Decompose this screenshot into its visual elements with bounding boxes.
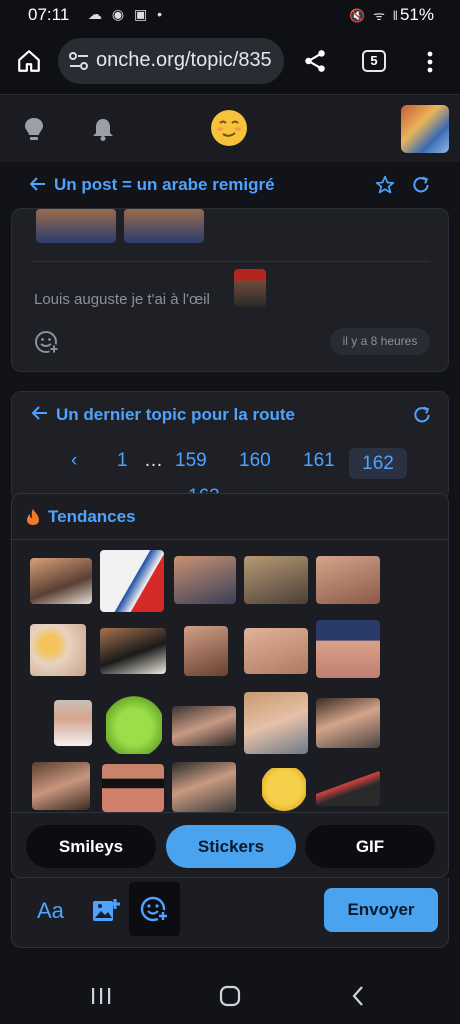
back-arrow-icon[interactable] <box>30 177 46 191</box>
more-menu-icon[interactable] <box>424 50 436 74</box>
composer-toolbar: Aa Envoyer <box>11 878 449 948</box>
sticker-item[interactable] <box>172 762 236 812</box>
home-nav-icon[interactable] <box>218 984 242 1008</box>
inline-sticker-image <box>234 269 266 307</box>
battery-level: 51% <box>399 5 434 24</box>
fire-icon <box>27 509 39 525</box>
sticker-item[interactable] <box>100 550 164 612</box>
message-timestamp: il y a 8 heures <box>330 328 430 355</box>
add-image-icon[interactable] <box>92 898 120 924</box>
pagination-prev[interactable]: ‹ <box>71 450 77 472</box>
sticker-item[interactable] <box>316 770 380 806</box>
tab-gif[interactable]: GIF <box>305 825 435 868</box>
message-card: Louis auguste je t'ai à l'œil il y a 8 h… <box>11 208 449 372</box>
sticker-icon <box>140 896 169 922</box>
add-reaction-icon[interactable] <box>34 329 60 355</box>
address-bar[interactable]: onche.org/topic/835 <box>58 38 284 84</box>
site-logo-smiley-icon[interactable] <box>211 110 247 146</box>
sticker-item[interactable] <box>30 624 86 676</box>
tab-switcher-button[interactable]: 5 <box>362 50 386 72</box>
bell-icon[interactable] <box>92 117 114 141</box>
sticker-item[interactable] <box>316 556 380 604</box>
recent-apps-icon[interactable] <box>90 986 112 1006</box>
message-text: Louis auguste je t'ai à l'œil <box>34 291 210 308</box>
tab-smileys[interactable]: Smileys <box>26 825 156 868</box>
topic-title[interactable]: Un dernier topic pour la route <box>56 405 295 425</box>
sticker-item[interactable] <box>172 706 236 746</box>
message-sticker-image <box>36 209 116 243</box>
refresh-icon[interactable] <box>412 405 432 425</box>
sticker-item[interactable] <box>174 556 236 604</box>
avatar[interactable] <box>401 105 449 153</box>
back-arrow-icon[interactable] <box>32 406 48 420</box>
pagination-page[interactable]: 161 <box>303 450 335 472</box>
topic-title[interactable]: Un post = un arabe remigré <box>54 175 275 195</box>
sticker-item[interactable] <box>106 694 162 754</box>
system-nav-bar <box>0 960 460 1024</box>
sticker-item[interactable] <box>102 764 164 812</box>
sticker-item[interactable] <box>30 558 92 604</box>
lightbulb-icon[interactable] <box>24 117 44 141</box>
picker-tabs: Smileys Stickers GIF <box>12 812 448 877</box>
send-button[interactable]: Envoyer <box>324 888 438 932</box>
back-nav-icon[interactable] <box>350 984 366 1008</box>
sticker-item[interactable] <box>316 698 380 748</box>
pagination-page[interactable]: 159 <box>175 450 207 472</box>
signal-icons: 🔇 ᯤ ‖ <box>349 8 400 23</box>
sticker-item[interactable] <box>100 628 166 674</box>
sticker-item[interactable] <box>244 628 308 674</box>
sticker-picker: Tendances Smileys Stickers GIF <box>11 493 449 878</box>
sticker-toggle-button[interactable] <box>129 882 180 936</box>
picker-section-title: Tendances <box>48 507 136 526</box>
pagination-page[interactable]: 1 <box>117 450 128 472</box>
browser-toolbar: onche.org/topic/835 5 <box>0 30 460 94</box>
sticker-item[interactable] <box>316 620 380 678</box>
message-sticker-image <box>124 209 204 243</box>
notification-icons: ☁ ◉ ▣ • <box>88 6 166 22</box>
site-settings-icon[interactable] <box>68 51 90 71</box>
status-bar: 07:11 ☁ ◉ ▣ • 🔇 ᯤ ‖ 51% <box>0 0 460 30</box>
refresh-icon[interactable] <box>411 175 431 195</box>
home-icon[interactable] <box>16 48 42 74</box>
pagination-current-page[interactable]: 162 <box>349 448 407 479</box>
pagination-page[interactable]: 160 <box>239 450 271 472</box>
sticker-item[interactable] <box>32 762 90 810</box>
sticker-item[interactable] <box>244 556 308 604</box>
pagination-ellipsis: … <box>144 450 163 471</box>
text-format-button[interactable]: Aa <box>37 898 64 924</box>
share-icon[interactable] <box>302 48 328 74</box>
sticker-item[interactable] <box>184 626 228 676</box>
topic-header: Un post = un arabe remigré <box>0 162 460 208</box>
picker-header: Tendances <box>12 494 448 540</box>
url-text: onche.org/topic/835 <box>96 49 272 71</box>
site-header <box>0 94 460 162</box>
topic-card: Un dernier topic pour la route <box>11 391 449 501</box>
star-icon[interactable] <box>375 175 395 195</box>
sticker-item[interactable] <box>262 768 306 812</box>
tab-stickers[interactable]: Stickers <box>166 825 296 868</box>
divider <box>32 261 430 262</box>
sticker-item[interactable] <box>54 700 92 746</box>
sticker-item[interactable] <box>244 692 308 754</box>
status-time: 07:11 <box>28 5 70 24</box>
